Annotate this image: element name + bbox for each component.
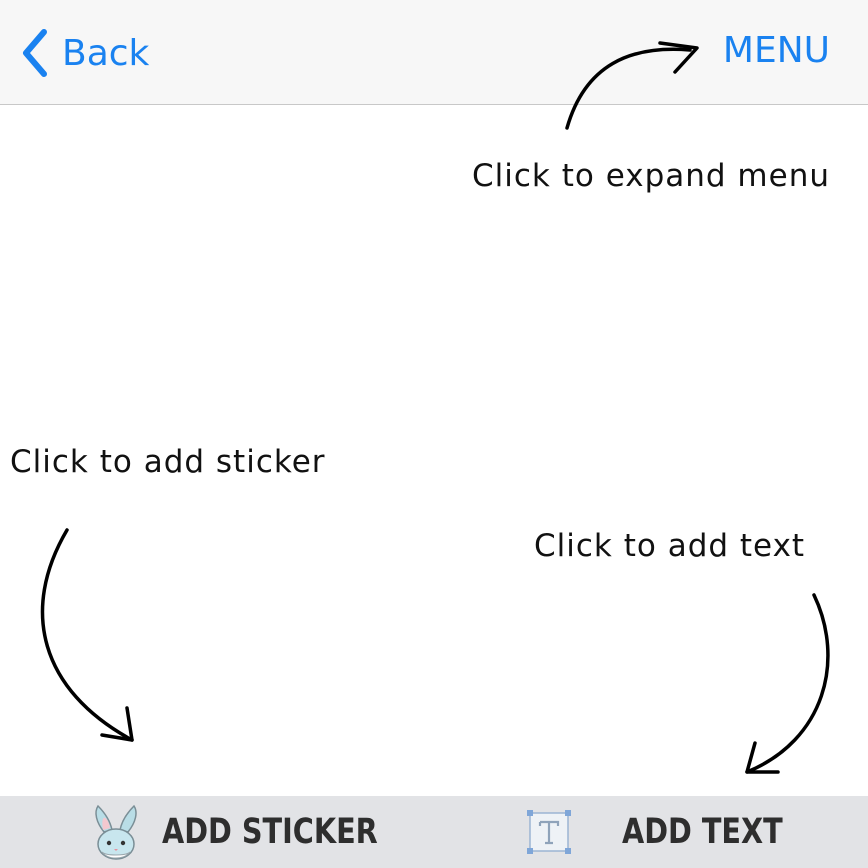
arrow-to-text: [745, 593, 830, 774]
arrow-to-sticker: [40, 528, 134, 742]
bunny-icon: [95, 804, 137, 860]
navigation-bar: Back MENU: [0, 0, 868, 105]
text-box-icon: [527, 810, 571, 854]
menu-button[interactable]: MENU: [723, 30, 830, 71]
add-sticker-label: ADD STICKER: [162, 812, 378, 852]
bottom-toolbar: ADD STICKER ADD TEXT: [0, 796, 868, 868]
hint-arrows: [40, 41, 830, 774]
hint-expand-menu: Click to expand menu: [472, 158, 830, 194]
back-button[interactable]: Back: [20, 28, 149, 78]
add-text-label: ADD TEXT: [622, 812, 783, 852]
chevron-left-icon: [23, 29, 47, 77]
back-label: Back: [62, 32, 150, 74]
add-sticker-button[interactable]: ADD STICKER: [92, 796, 425, 868]
hint-add-text: Click to add text: [534, 528, 806, 564]
hint-add-sticker: Click to add sticker: [10, 444, 326, 480]
add-text-button[interactable]: ADD TEXT: [526, 796, 818, 868]
